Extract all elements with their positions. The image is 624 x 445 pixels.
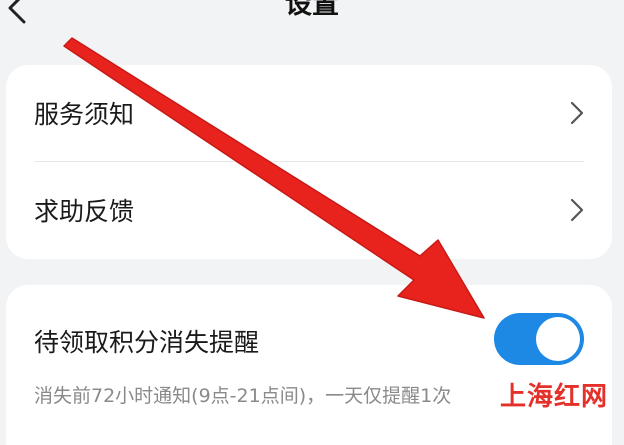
- settings-item-help-feedback[interactable]: 求助反馈: [6, 162, 612, 258]
- watermark-logo: 上海红网: [495, 380, 612, 414]
- settings-item-label: 求助反馈: [34, 197, 135, 226]
- settings-item-label: 服务须知: [34, 100, 135, 129]
- settings-card-support: 服务须知 求助反馈: [6, 65, 612, 259]
- chevron-right-icon: [570, 101, 584, 125]
- chevron-right-icon: [570, 198, 584, 222]
- points-reminder-toggle[interactable]: [494, 313, 584, 365]
- toggle-knob: [536, 317, 580, 361]
- points-reminder-description: 消失前72小时通知(9点-21点间)，一天仅提醒1次: [34, 385, 452, 407]
- points-reminder-label: 待领取积分消失提醒: [34, 328, 260, 357]
- settings-item-service-notice[interactable]: 服务须知: [6, 65, 612, 161]
- page-title: 设置: [285, 0, 339, 20]
- settings-card-points-reminder: 待领取积分消失提醒 消失前72小时通知(9点-21点间)，一天仅提醒1次: [6, 285, 612, 445]
- header-bar: 设置: [0, 0, 624, 40]
